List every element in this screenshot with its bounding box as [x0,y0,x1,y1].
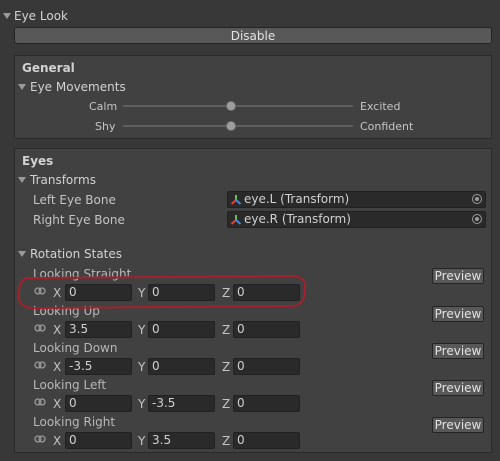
state-name-looking-straight: Looking Straight [33,267,132,281]
shy-confident-slider-track[interactable] [123,125,353,127]
z-axis-label: Z [222,397,231,411]
y-axis-label: Y [138,323,146,337]
slider-left-label-calm: Calm [89,100,118,113]
right-eye-bone-label: Right Eye Bone [33,213,125,227]
looking-right-x-field[interactable]: 0 [65,432,132,449]
looking-straight-y-field[interactable]: 0 [148,284,215,301]
link-icon[interactable] [34,286,46,296]
eye-look-foldout-arrow[interactable] [3,13,11,19]
state-name-looking-left: Looking Left [33,378,107,392]
link-icon[interactable] [34,397,46,407]
looking-left-x-field[interactable]: 0 [65,395,132,412]
x-axis-label: X [53,360,62,374]
preview-button-looking-left[interactable]: Preview [432,380,484,396]
left-eye-bone-field[interactable]: eye.L (Transform) [227,191,486,208]
z-axis-label: Z [222,434,231,448]
right-eye-bone-value: eye.R (Transform) [244,212,351,226]
transforms-label: Transforms [30,173,96,187]
calm-excited-slider-track[interactable] [123,105,353,107]
preview-button-looking-up[interactable]: Preview [432,306,484,322]
z-axis-label: Z [222,286,231,300]
z-axis-label: Z [222,360,231,374]
rotation-states-foldout-arrow[interactable] [18,251,26,257]
looking-left-y-field[interactable]: -3.5 [148,395,215,412]
transform-icon [230,195,242,205]
preview-button-looking-straight[interactable]: Preview [432,268,484,284]
x-axis-label: X [53,397,62,411]
preview-button-looking-down[interactable]: Preview [432,343,484,359]
looking-up-z-field[interactable]: 0 [233,321,300,338]
x-axis-label: X [53,434,62,448]
eye-movements-label: Eye Movements [30,80,126,94]
z-axis-label: Z [222,323,231,337]
looking-up-x-field[interactable]: 3.5 [65,321,132,338]
general-title: General [22,61,75,75]
right-eye-bone-field[interactable]: eye.R (Transform) [227,211,486,228]
state-name-looking-down: Looking Down [33,341,118,355]
state-name-looking-right: Looking Right [33,415,116,429]
left-eye-bone-label: Left Eye Bone [33,193,116,207]
eyes-title: Eyes [22,154,54,168]
y-axis-label: Y [138,360,146,374]
object-picker-icon[interactable] [472,194,482,204]
x-axis-label: X [53,286,62,300]
disable-button[interactable]: Disable [14,27,492,44]
looking-straight-z-field[interactable]: 0 [233,284,300,301]
looking-down-x-field[interactable]: -3.5 [65,358,132,375]
looking-right-y-field[interactable]: 3.5 [148,432,215,449]
slider-right-label-confident: Confident [360,120,414,133]
y-axis-label: Y [138,434,146,448]
preview-button-looking-right[interactable]: Preview [432,417,484,433]
transform-icon [230,215,242,225]
looking-down-z-field[interactable]: 0 [233,358,300,375]
object-picker-icon[interactable] [472,214,482,224]
link-icon[interactable] [34,360,46,370]
slider-right-label-excited: Excited [360,100,401,113]
state-name-looking-up: Looking Up [33,304,100,318]
looking-right-z-field[interactable]: 0 [233,432,300,449]
rotation-states-label: Rotation States [30,247,123,261]
looking-left-z-field[interactable]: 0 [233,395,300,412]
looking-straight-x-field[interactable]: 0 [65,284,132,301]
slider-left-label-shy: Shy [95,120,116,133]
x-axis-label: X [53,323,62,337]
y-axis-label: Y [138,397,146,411]
transforms-foldout-arrow[interactable] [18,177,26,183]
looking-up-y-field[interactable]: 0 [148,321,215,338]
eye-movements-foldout-arrow[interactable] [18,84,26,90]
left-eye-bone-value: eye.L (Transform) [244,192,350,206]
component-title: Eye Look [14,9,68,23]
y-axis-label: Y [138,286,146,300]
link-icon[interactable] [34,323,46,333]
looking-down-y-field[interactable]: 0 [148,358,215,375]
link-icon[interactable] [34,434,46,444]
